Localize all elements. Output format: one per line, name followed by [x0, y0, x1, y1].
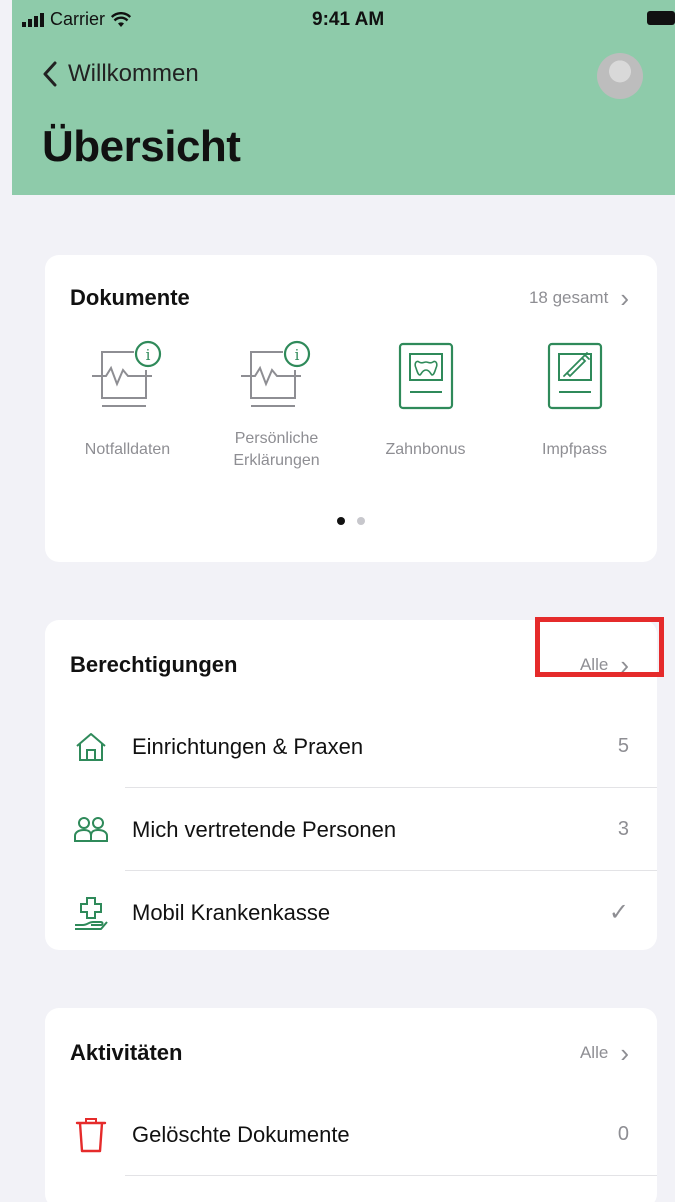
documents-card: Dokumente 18 gesamt › i Notfalldaten i P… [45, 255, 657, 562]
doc-item-persoenliche-erklaerungen[interactable]: i Persönliche Erklärungen [204, 340, 349, 472]
doc-item-zahnbonus[interactable]: Zahnbonus [353, 340, 498, 472]
row-value: 0 [617, 1123, 629, 1145]
clock: 9:41 AM [312, 9, 385, 30]
battery-icon [647, 11, 675, 25]
wifi-icon [111, 11, 132, 27]
house-icon [73, 729, 109, 765]
back-label: Willkommen [68, 60, 199, 87]
carrier-indicator: Carrier [22, 9, 132, 30]
chevron-left-icon [43, 61, 57, 87]
tooth-document-icon [390, 340, 462, 412]
page-dot-active [337, 517, 345, 525]
chevron-right-icon: › [620, 1038, 629, 1068]
activities-all-label: Alle [579, 1043, 609, 1062]
health-info-icon: i [91, 340, 164, 412]
back-button[interactable]: Willkommen [42, 60, 199, 88]
list-item[interactable]: Gelöschte Dokumente 0 [45, 1093, 657, 1176]
checkmark-icon: ✓ [608, 899, 629, 926]
doc-label: Notfalldaten [84, 441, 171, 458]
health-info-icon: i [240, 340, 313, 412]
status-bar: Carrier 9:41 AM [12, 0, 675, 40]
avatar[interactable] [597, 53, 643, 99]
svg-text:i: i [294, 346, 299, 364]
row-label: Mobil Krankenkasse [132, 899, 331, 925]
documents-total-link[interactable]: 18 gesamt › [529, 285, 629, 311]
row-label: Mich vertretende Personen [132, 816, 397, 842]
doc-item-impfpass[interactable]: Impfpass [502, 340, 647, 472]
svg-text:i: i [145, 346, 150, 364]
chevron-right-icon: › [620, 283, 629, 313]
trash-icon [73, 1117, 109, 1153]
syringe-document-icon [539, 340, 611, 412]
people-icon [73, 812, 109, 848]
documents-total-label: 18 gesamt [528, 288, 609, 307]
row-value: 3 [617, 818, 629, 840]
permissions-title: Berechtigungen [70, 652, 238, 677]
list-item[interactable]: Mobil Krankenkasse ✓ [45, 871, 657, 954]
doc-label: Impfpass [542, 441, 607, 458]
signal-icon [22, 12, 44, 27]
insurance-hand-icon [73, 895, 109, 931]
list-item[interactable]: Mich vertretende Personen 3 [45, 788, 657, 871]
page-title: Übersicht [42, 122, 241, 171]
row-label: Gelöschte Dokumente [132, 1121, 350, 1147]
page-dot [357, 517, 365, 525]
divider [125, 1175, 657, 1176]
activities-all-link[interactable]: Alle › [580, 1040, 629, 1066]
list-item[interactable]: Einrichtungen & Praxen 5 [45, 705, 657, 788]
activities-card: Aktivitäten Alle › Gelöschte Dokumente 0 [45, 1008, 657, 1202]
page-indicator[interactable] [45, 517, 657, 525]
documents-title: Dokumente [70, 285, 190, 310]
row-label: Einrichtungen & Praxen [132, 733, 364, 759]
doc-item-notfalldaten[interactable]: i Notfalldaten [55, 340, 200, 472]
header: Carrier 9:41 AM Willkommen Übersicht [12, 0, 675, 195]
highlight-annotation [535, 617, 664, 677]
activities-title: Aktivitäten [70, 1040, 183, 1065]
carrier-label: Carrier [50, 9, 106, 29]
doc-label: Persönliche Erklärungen [233, 430, 320, 469]
row-value: 5 [617, 735, 629, 757]
doc-label: Zahnbonus [385, 441, 466, 458]
